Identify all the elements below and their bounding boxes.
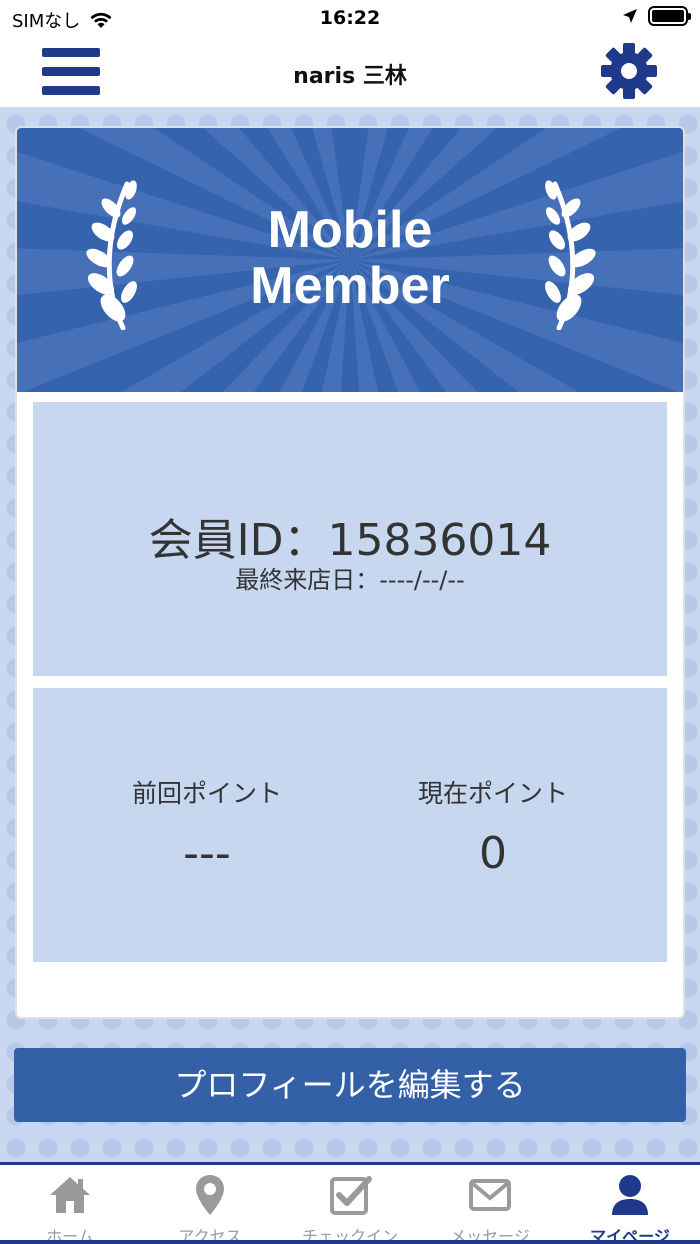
current-points: 現在ポイント 0 [333, 774, 653, 879]
member-id-panel: 会員ID：15836014 最終来店日：----/--/-- [33, 402, 667, 676]
location-arrow-icon [623, 9, 637, 23]
user-icon [612, 1175, 648, 1215]
previous-points: 前回ポイント --- [49, 774, 365, 879]
nav-header: naris 三林 [0, 36, 700, 108]
status-time: 16:22 [319, 7, 381, 29]
checkin-icon [330, 1176, 372, 1215]
tab-access[interactable]: アクセス [140, 1165, 280, 1244]
envelope-icon [469, 1179, 511, 1211]
tab-message[interactable]: メッセージ [420, 1165, 560, 1244]
points-panel: 前回ポイント --- 現在ポイント 0 [33, 688, 667, 962]
status-bar: SIMなし 16:22 [0, 0, 700, 36]
page-title: naris 三林 [293, 64, 407, 89]
member-banner: Mobile Member [17, 128, 683, 392]
previous-points-label: 前回ポイント [131, 779, 282, 808]
tab-bar: ホーム アクセス チェックイン メッセージ マイページ [0, 1162, 700, 1244]
member-id: 会員ID：15836014 [148, 515, 552, 566]
previous-points-value: --- [183, 828, 231, 879]
map-pin-icon [196, 1175, 224, 1215]
member-card: Mobile Member 会員ID：15836014 最終来店日：----/-… [15, 126, 685, 1019]
edit-profile-button[interactable]: プロフィールを編集する [14, 1048, 686, 1122]
tab-checkin[interactable]: チェックイン [280, 1165, 420, 1244]
current-points-value: 0 [479, 828, 507, 879]
home-icon [50, 1177, 90, 1213]
gear-icon[interactable] [600, 42, 658, 100]
battery-icon [648, 6, 691, 26]
laurel-right-icon [545, 180, 596, 330]
tab-mypage[interactable]: マイページ [560, 1165, 700, 1244]
hamburger-icon [42, 48, 100, 57]
tab-home[interactable]: ホーム [0, 1165, 140, 1244]
last-visit-date: 最終来店日：----/--/-- [235, 566, 465, 594]
current-points-label: 現在ポイント [417, 779, 568, 808]
tab-bar-bottom-line [0, 1240, 700, 1244]
status-right [622, 6, 691, 26]
